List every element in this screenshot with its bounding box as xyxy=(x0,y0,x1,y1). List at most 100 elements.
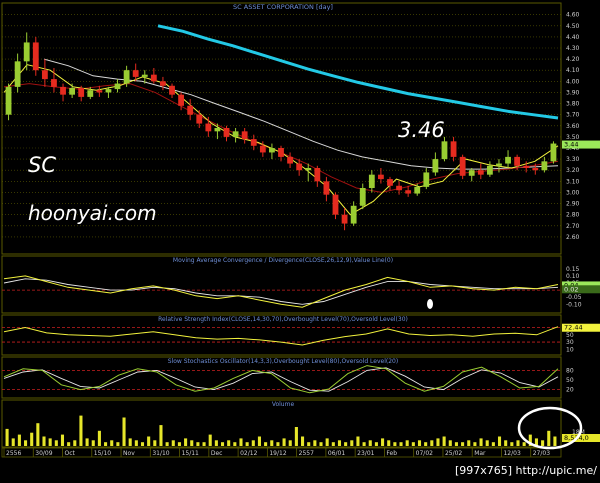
volume-bar xyxy=(356,436,360,446)
volume-bar xyxy=(319,442,323,446)
volume-bar xyxy=(424,442,428,446)
x-axis-label: 07/02 xyxy=(416,450,433,457)
x-axis-label: Mar xyxy=(474,450,486,457)
x-axis-label: 06/01 xyxy=(328,450,345,457)
macd-signal-badge: 0.02 xyxy=(564,285,578,293)
volume-bar xyxy=(504,440,508,446)
candle-body xyxy=(387,179,393,186)
candle-body xyxy=(486,165,493,175)
volume-bar xyxy=(73,440,77,446)
volume-bar xyxy=(454,442,458,446)
candle-body xyxy=(377,174,384,180)
candle-body xyxy=(178,94,185,106)
volume-bar xyxy=(233,442,237,446)
candle-body xyxy=(350,205,357,224)
volume-bar xyxy=(79,415,83,446)
volume-bar xyxy=(184,438,188,446)
volume-bar xyxy=(442,436,446,446)
volume-bar xyxy=(510,442,514,446)
candle-body xyxy=(51,79,57,87)
x-axis-label: 12/03 xyxy=(503,450,520,457)
volume-bar xyxy=(85,438,89,446)
x-axis-label: 2556 xyxy=(6,450,21,457)
volume-bar xyxy=(479,438,483,446)
candle-body xyxy=(60,86,66,95)
volume-bar xyxy=(436,438,440,446)
candle-body xyxy=(468,170,475,176)
price-tick-label: 4.40 xyxy=(566,34,580,41)
macd-tick-label: -0.05 xyxy=(566,294,582,301)
volume-bar xyxy=(374,442,378,446)
rsi-tick-label: 50 xyxy=(566,332,574,339)
volume-bar xyxy=(485,440,489,446)
price-tick-label: 4.60 xyxy=(566,12,580,19)
volume-bar xyxy=(220,442,225,446)
x-axis-label: Dec xyxy=(211,450,223,457)
volume-bar xyxy=(325,438,329,446)
volume-bar xyxy=(497,436,502,446)
x-axis-label: 15/10 xyxy=(94,450,111,457)
volume-bar xyxy=(91,440,95,446)
volume-bar xyxy=(411,442,415,446)
candle-body xyxy=(296,163,303,171)
volume-bar xyxy=(202,442,206,446)
x-axis-label: 25/02 xyxy=(445,450,462,457)
volume-bar xyxy=(381,438,385,446)
price-tick-label: 3.00 xyxy=(566,189,580,196)
candle-body xyxy=(259,145,266,153)
volume-bar xyxy=(67,442,71,446)
volume-bar xyxy=(17,434,21,446)
candle-body xyxy=(41,70,48,80)
candle-body xyxy=(223,128,230,137)
candle-body xyxy=(305,168,312,171)
volume-bar xyxy=(337,440,342,446)
candle-body xyxy=(441,141,448,160)
candle-body xyxy=(314,168,321,182)
candle-body xyxy=(323,181,330,195)
candle-body xyxy=(205,123,212,132)
volume-bar xyxy=(116,442,120,446)
volume-bar xyxy=(5,428,9,446)
price-tick-label: 2.80 xyxy=(566,212,580,219)
volume-bar xyxy=(128,438,132,446)
volume-bar xyxy=(461,442,465,446)
volume-bar xyxy=(60,434,65,446)
price-tick-label: 4.30 xyxy=(566,45,580,52)
candle-body xyxy=(196,114,203,124)
volume-bar xyxy=(516,440,520,446)
stock-chart: SC ASSET CORPORATION [day] 4.60 4.50 4.40 4… xyxy=(0,0,600,479)
x-axis-label: 31/10 xyxy=(152,450,169,457)
volume-bar xyxy=(288,440,292,446)
price-tick-label: 2.60 xyxy=(566,234,580,241)
candle-body xyxy=(496,163,502,166)
volume-bar xyxy=(208,434,212,446)
price-tick-label: 3.20 xyxy=(566,167,580,174)
x-axis-label: Nov xyxy=(123,450,135,457)
candle-body xyxy=(69,88,76,95)
volume-bar xyxy=(473,442,477,446)
candle-body xyxy=(405,190,412,194)
candle-body xyxy=(14,61,21,87)
volume-bar xyxy=(344,442,348,446)
price-tick-label: 2.90 xyxy=(566,201,580,208)
volume-bar xyxy=(177,442,181,446)
footer-watermark: [997x765] http://upic.me/ xyxy=(455,464,597,477)
volume-bar xyxy=(301,436,305,446)
price-tick-label: 3.70 xyxy=(566,112,580,119)
candle-body xyxy=(78,88,85,97)
candle-body xyxy=(550,143,557,162)
price-tick-label: 2.70 xyxy=(566,223,580,230)
volume-bar xyxy=(350,440,354,446)
last-price-badge: 3.44 xyxy=(564,141,578,149)
volume-bar xyxy=(214,440,218,446)
macd-marker-dot xyxy=(427,299,433,309)
x-axis-label: 02/12 xyxy=(240,450,257,457)
stoch-tick-label: 50 xyxy=(566,377,574,384)
volume-bar xyxy=(104,442,108,446)
candle-body xyxy=(105,89,112,93)
volume-bar xyxy=(264,442,268,446)
x-axis-label: 19/12 xyxy=(269,450,286,457)
volume-bar xyxy=(171,440,175,446)
candle-body xyxy=(477,170,484,175)
macd-tick-label: 0.10 xyxy=(566,273,580,280)
